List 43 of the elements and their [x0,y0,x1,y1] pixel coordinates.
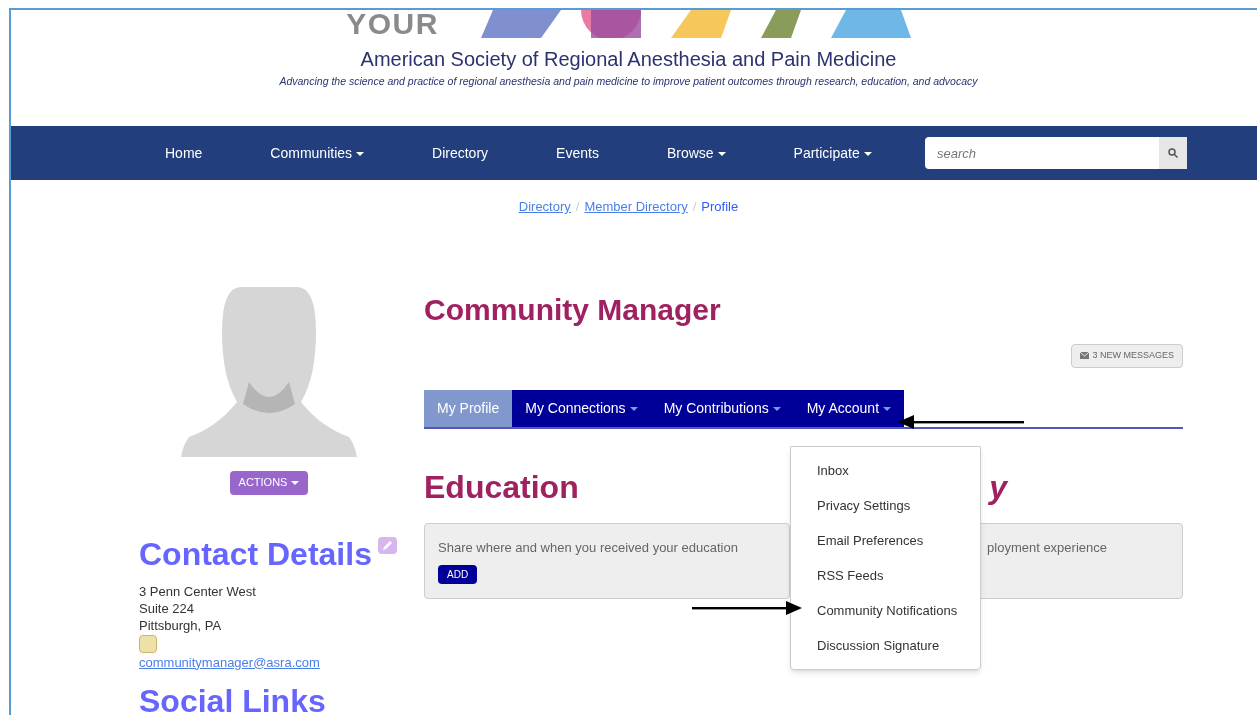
section-heading: y [989,468,1007,505]
add-button[interactable]: ADD [438,565,478,584]
address-line: Suite 224 [139,599,195,617]
section-heading: Education [424,468,580,505]
nav-link[interactable]: Browse [656,142,736,164]
caret-icon [291,481,300,486]
address-line: 3 Penn Center West [139,582,257,600]
messages-button[interactable]: 3 NEW MESSAGES [1071,343,1183,368]
nav-link[interactable]: Communities [260,142,375,164]
menu-item[interactable]: Privacy Settings [791,488,980,523]
nav-link[interactable]: Home [155,142,213,164]
menu-item[interactable]: RSS Feeds [791,558,980,593]
nav-link[interactable]: Directory [422,142,499,164]
search-icon [1168,148,1178,158]
menu-item[interactable]: Discussion Signature [791,628,980,663]
email-link[interactable]: communitymanager@asra.com [139,653,424,671]
logo-word: YOUR [346,9,439,39]
menu-item[interactable]: Community Notifications [791,593,980,628]
breadcrumb-current: Profile [701,198,739,216]
menu-item[interactable]: Inbox [791,453,980,488]
profile-name: Community Manager [424,291,722,328]
breadcrumb-separator: / [692,198,697,216]
edit-icon[interactable] [377,536,397,554]
breadcrumb-separator: / [575,198,580,216]
address-line: Pittsburgh, PA [139,616,223,634]
org-name: American Society of Regional Anesthesia and Pain Medicine [360,47,897,72]
social-heading: Social Links [139,684,327,715]
section-prompt: ployment experience [987,538,1107,557]
search-field[interactable]: search [925,137,1159,169]
tagline: Advancing the science and practice of regional anesthesia and pain medicine to improve patient outcomes through research, education, and advocacy [279,74,978,89]
breadcrumb-link[interactable]: Directory [518,197,571,217]
breadcrumb-link[interactable]: Member Directory [584,197,688,217]
profile-tab[interactable]: My Connections [512,389,651,427]
contact-heading: Contact Details [139,536,372,571]
search-button[interactable] [1159,137,1187,169]
nav-link[interactable]: Events [546,142,609,164]
actions-button[interactable]: ACTIONS [229,470,309,495]
envelope-icon [1080,352,1090,359]
section-prompt: Share where and when you received your education [438,538,738,557]
profile-tab[interactable]: My Account [793,389,905,427]
profile-tab[interactable]: My Contributions [650,389,794,427]
menu-item[interactable]: Email Preferences [791,523,980,558]
nav-link[interactable]: Participate [783,142,882,164]
